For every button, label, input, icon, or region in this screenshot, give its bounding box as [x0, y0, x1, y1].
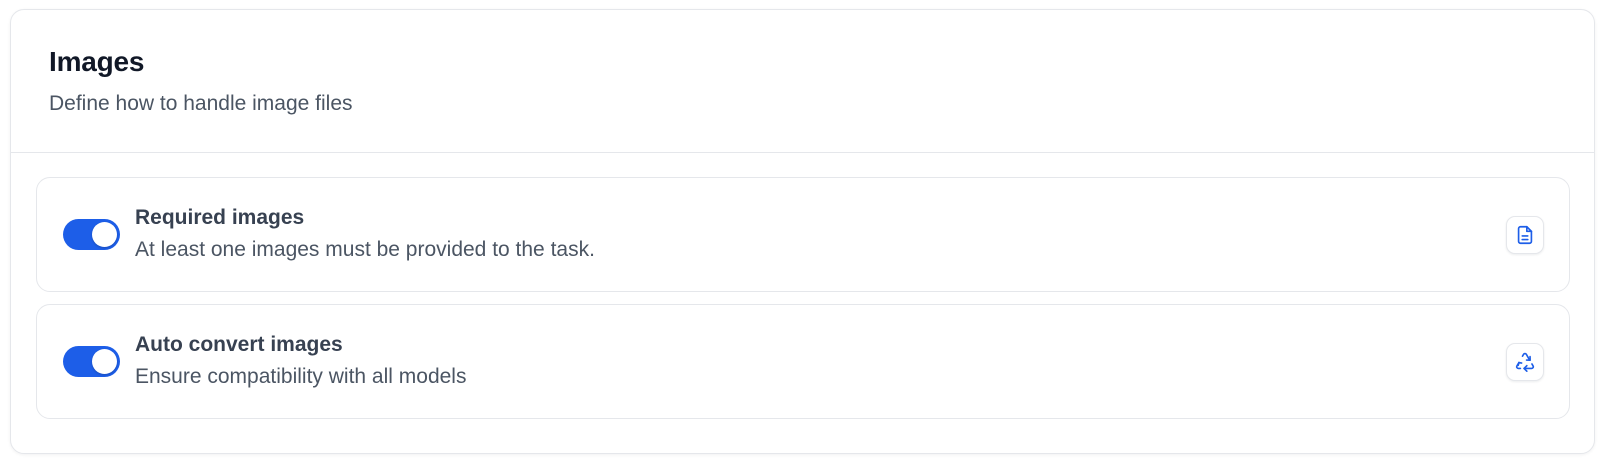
document-icon [1517, 225, 1533, 245]
auto-convert-images-toggle[interactable] [63, 346, 120, 377]
option-description: Ensure compatibility with all models [135, 365, 467, 388]
recycle-icon [1515, 352, 1535, 372]
section-title: Images [49, 46, 145, 77]
option-description: At least one images must be provided to … [135, 238, 595, 261]
option-required-images: Required images At least one images must… [36, 177, 1570, 292]
toggle-knob [92, 349, 117, 374]
required-images-info-button[interactable] [1506, 216, 1544, 254]
auto-convert-info-button[interactable] [1506, 343, 1544, 381]
option-title: Required images [135, 206, 305, 229]
images-settings-card: Images Define how to handle image files … [10, 9, 1595, 454]
section-subtitle: Define how to handle image files [49, 92, 353, 115]
toggle-knob [92, 222, 117, 247]
option-auto-convert-images: Auto convert images Ensure compatibility… [36, 304, 1570, 419]
required-images-toggle[interactable] [63, 219, 120, 250]
option-title: Auto convert images [135, 333, 343, 356]
card-header: Images Define how to handle image files [11, 10, 1594, 153]
